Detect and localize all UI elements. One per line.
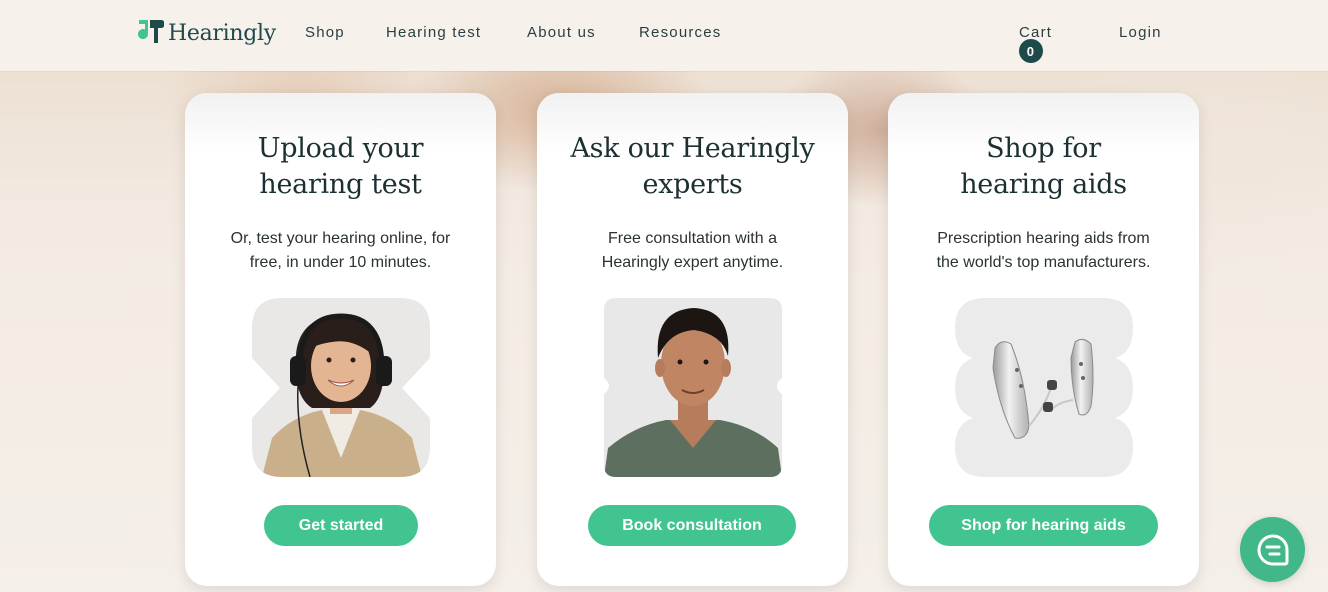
- card-title-line2: hearing test: [259, 169, 422, 200]
- card-title-line1: Shop for: [986, 133, 1101, 164]
- card-description: Free consultation with a Hearingly exper…: [537, 227, 848, 275]
- card-desc-line2: Hearingly expert anytime.: [601, 254, 784, 271]
- logo-icon: [138, 20, 164, 43]
- get-started-button[interactable]: Get started: [264, 505, 418, 546]
- expert-portrait-image: [604, 298, 782, 477]
- cart-link[interactable]: Cart 0: [1019, 24, 1052, 63]
- card-title-line2: experts: [642, 169, 743, 200]
- card-title-line1: Ask our Hearingly: [570, 133, 815, 164]
- logo-text: Hearingly: [168, 20, 276, 46]
- cart-count-badge: 0: [1019, 39, 1043, 63]
- card-title-line2: hearing aids: [960, 169, 1127, 200]
- card-desc-line2: the world's top manufacturers.: [936, 254, 1151, 271]
- chat-icon: [1257, 533, 1288, 565]
- book-consultation-button[interactable]: Book consultation: [588, 505, 796, 546]
- shop-hearing-aids-button[interactable]: Shop for hearing aids: [929, 505, 1158, 546]
- site-header: Hearingly Shop Hearing test About us Res…: [0, 0, 1328, 71]
- card-title: Shop for hearing aids: [888, 131, 1199, 203]
- card-ask-experts: Ask our Hearingly experts Free consultat…: [537, 93, 848, 586]
- card-description: Or, test your hearing online, for free, …: [185, 227, 496, 275]
- card-desc-line2: free, in under 10 minutes.: [249, 254, 432, 271]
- nav-hearing-test[interactable]: Hearing test: [386, 24, 481, 41]
- card-desc-line1: Prescription hearing aids from: [937, 230, 1150, 247]
- nav-shop[interactable]: Shop: [305, 24, 345, 41]
- card-upload-hearing-test: Upload your hearing test Or, test your h…: [185, 93, 496, 586]
- card-shop-hearing-aids: Shop for hearing aids Prescription heari…: [888, 93, 1199, 586]
- cart-label: Cart: [1019, 24, 1053, 41]
- chat-button[interactable]: [1240, 517, 1305, 582]
- logo[interactable]: Hearingly: [136, 17, 276, 49]
- card-description: Prescription hearing aids from the world…: [888, 227, 1199, 275]
- woman-with-headphones-image: [252, 298, 430, 477]
- card-desc-line1: Or, test your hearing online, for: [230, 230, 451, 247]
- card-title: Upload your hearing test: [185, 131, 496, 203]
- login-link[interactable]: Login: [1119, 24, 1162, 41]
- card-desc-line1: Free consultation with a: [608, 230, 777, 247]
- nav-about-us[interactable]: About us: [527, 24, 596, 41]
- card-title-line1: Upload your: [257, 133, 424, 164]
- nav-resources[interactable]: Resources: [639, 24, 722, 41]
- card-title: Ask our Hearingly experts: [537, 131, 848, 203]
- hearing-aids-image: [955, 298, 1133, 477]
